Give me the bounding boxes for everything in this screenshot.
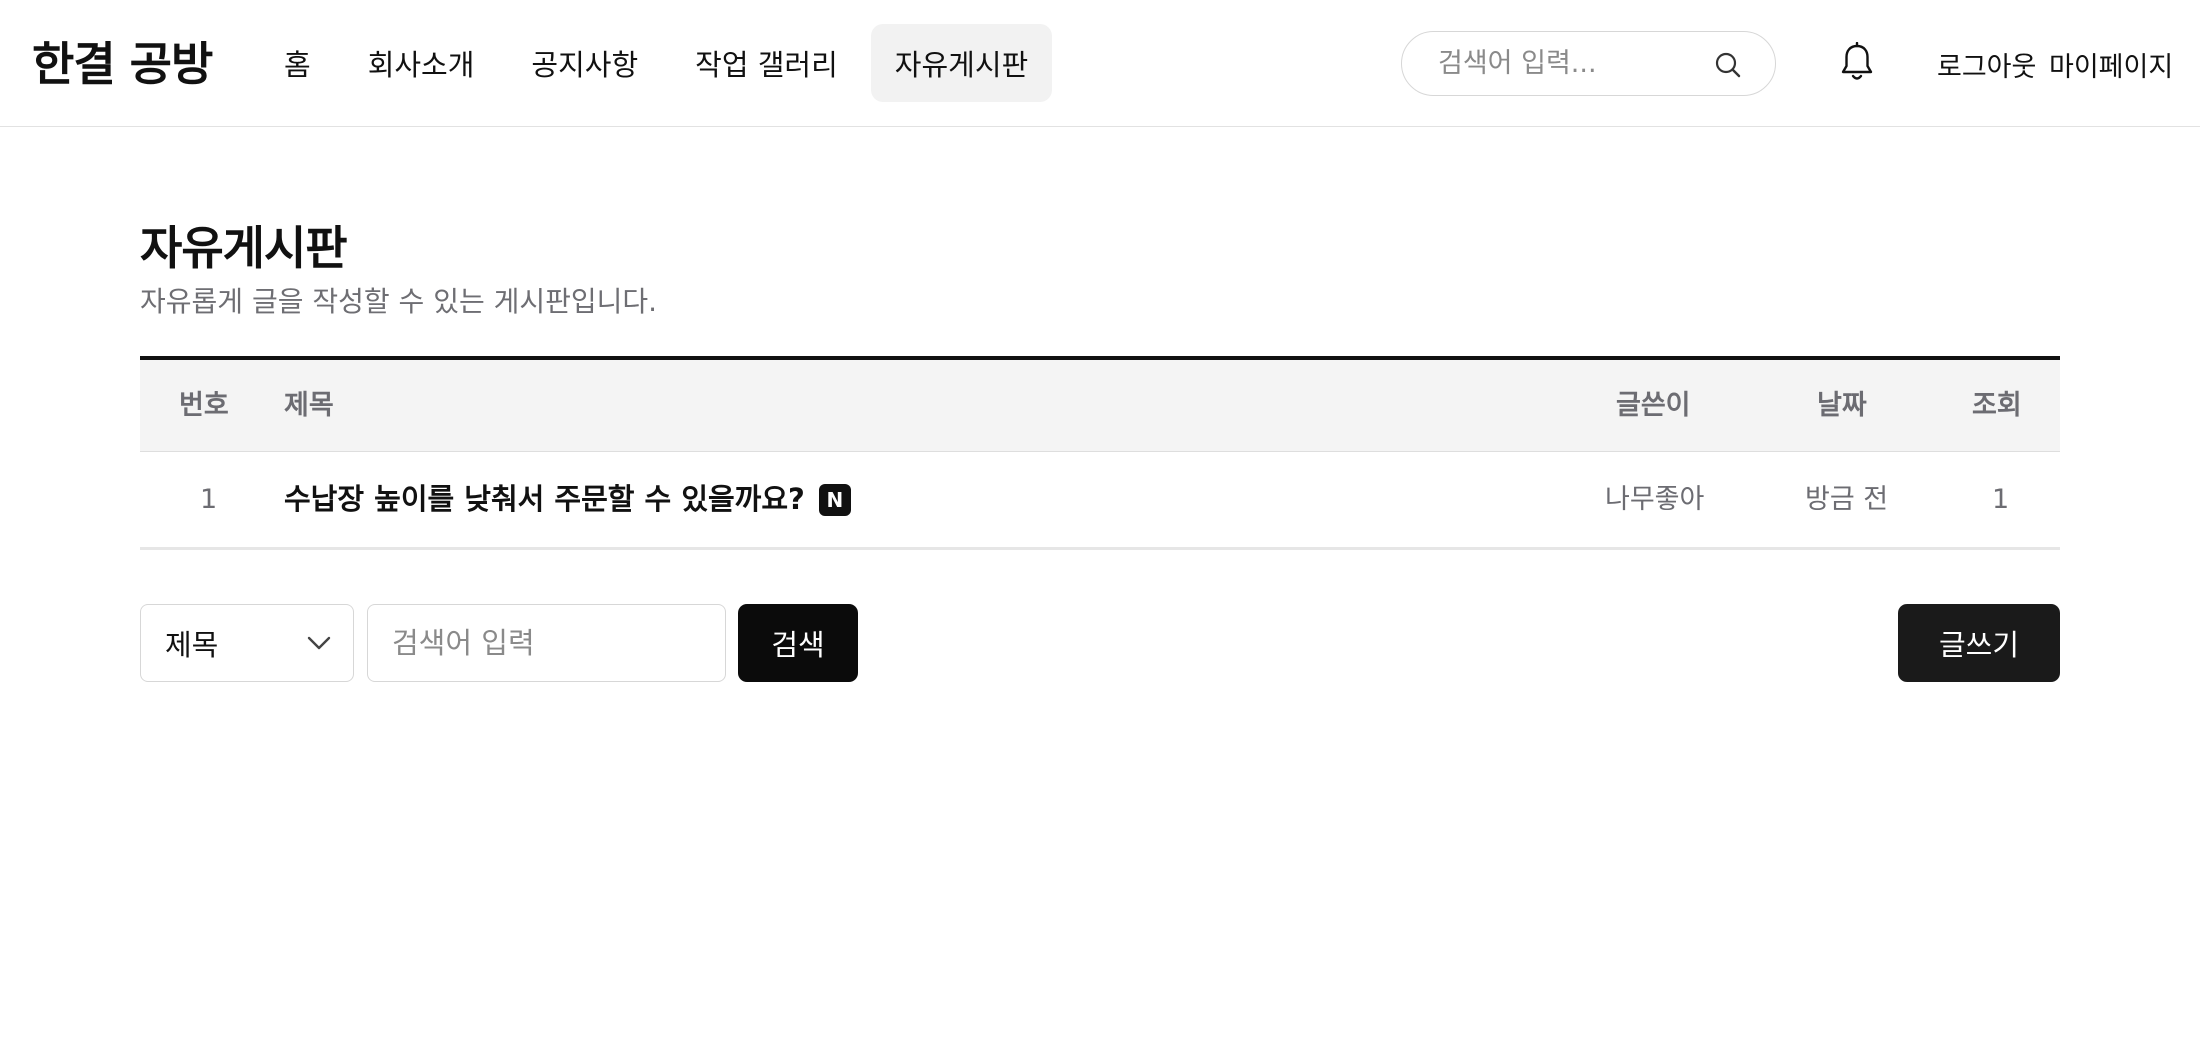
main-nav: 홈 회사소개 공지사항 작업 갤러리 자유게시판 [260, 24, 1061, 102]
nav-item-about[interactable]: 회사소개 [344, 24, 499, 102]
header-search-input[interactable] [1438, 48, 1688, 79]
row-date: 방금 전 [1805, 484, 1889, 515]
search-icon[interactable] [1713, 50, 1743, 80]
nav-item-notice[interactable]: 공지사항 [507, 24, 662, 102]
board-search-field [367, 604, 726, 682]
nav-item-gallery[interactable]: 작업 갤러리 [671, 24, 862, 102]
table-header: 번호 제목 글쓴이 날짜 조회 [140, 360, 2060, 452]
bell-icon[interactable] [1838, 42, 1876, 84]
page-title: 자유게시판 [140, 221, 348, 275]
site-logo[interactable]: 한결 공방 [32, 36, 213, 92]
write-button[interactable]: 글쓰기 [1898, 604, 2060, 682]
col-header-author: 글쓴이 [1616, 390, 1691, 421]
row-author: 나무좋아 [1605, 484, 1705, 515]
nav-item-free-board[interactable]: 자유게시판 [870, 24, 1053, 102]
search-button[interactable]: 검색 [738, 604, 858, 682]
new-badge: N [818, 483, 851, 516]
post-title[interactable]: 수납장 높이를 낮춰서 주문할 수 있을까요? [284, 452, 805, 547]
mypage-link[interactable]: 마이페이지 [2049, 45, 2173, 84]
search-filter-select[interactable]: 제목 [140, 604, 354, 682]
table-row[interactable]: 1 수납장 높이를 낮춰서 주문할 수 있을까요? N 나무좋아 방금 전 1 [140, 452, 2060, 550]
col-header-no: 번호 [179, 390, 229, 421]
site-header: 한결 공방 홈 회사소개 공지사항 작업 갤러리 자유게시판 로그아웃 마이페이… [0, 0, 2200, 127]
col-header-title: 제목 [284, 390, 334, 421]
chevron-down-icon [307, 636, 331, 650]
board-search-input[interactable] [392, 626, 702, 660]
row-number: 1 [200, 484, 218, 515]
col-header-views: 조회 [1972, 390, 2022, 421]
header-search [1401, 31, 1776, 96]
search-filter-value: 제목 [165, 628, 219, 662]
page-subtitle: 자유롭게 글을 작성할 수 있는 게시판입니다. [140, 285, 658, 318]
col-header-date: 날짜 [1817, 390, 1867, 421]
logout-link[interactable]: 로그아웃 [1937, 45, 2036, 84]
nav-item-home[interactable]: 홈 [260, 24, 335, 102]
post-title-link[interactable]: 수납장 높이를 낮춰서 주문할 수 있을까요? N [284, 452, 851, 547]
row-views: 1 [1992, 484, 2010, 515]
board-table: 번호 제목 글쓴이 날짜 조회 1 수납장 높이를 낮춰서 주문할 수 있을까요… [140, 356, 2060, 550]
